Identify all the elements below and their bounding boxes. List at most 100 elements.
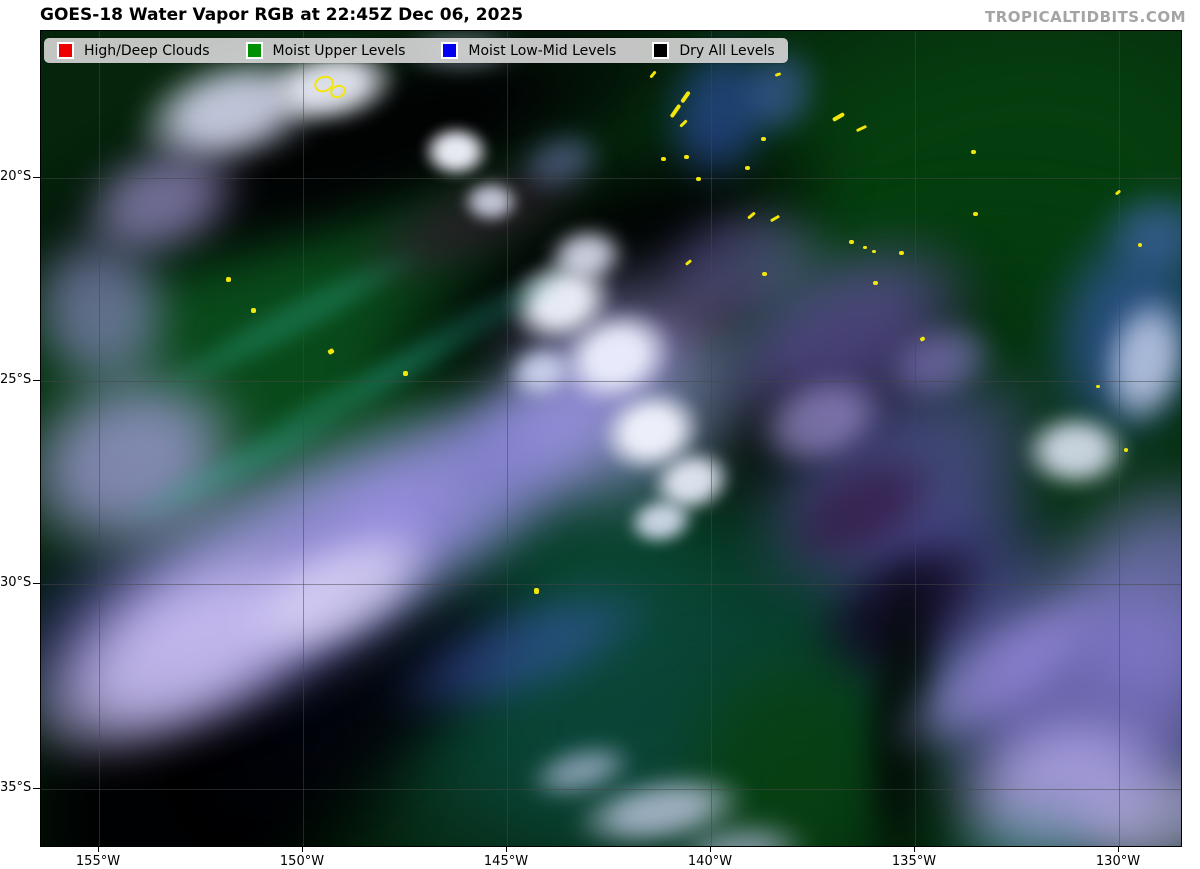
cloud-blob — [921, 801, 1121, 847]
lon-tick — [302, 846, 303, 852]
cloud-blob — [1101, 186, 1182, 276]
cloud-blob — [1049, 737, 1182, 847]
lat-tick-label: 30°S — [0, 575, 31, 590]
yellow-contour-mark — [762, 272, 767, 276]
cloud-blob — [641, 211, 1182, 711]
cloud-blob — [642, 439, 741, 524]
longitude-gridline — [711, 31, 712, 846]
yellow-contour-mark — [973, 212, 978, 216]
cloud-blob — [105, 402, 357, 541]
cloud-blob — [871, 303, 1011, 419]
latitude-gridline — [41, 381, 1181, 382]
yellow-contour-mark — [661, 157, 666, 161]
satellite-map-image: High/Deep CloudsMoist Upper LevelsMoist … — [40, 30, 1182, 847]
yellow-contour-mark — [327, 347, 335, 354]
yellow-contour-mark — [403, 371, 408, 376]
yellow-contour-mark — [226, 277, 231, 282]
cloud-blob — [566, 761, 755, 847]
legend-swatch — [246, 42, 263, 59]
legend-item: Moist Low-Mid Levels — [441, 42, 616, 59]
cloud-blob — [282, 453, 1041, 847]
cloud-blob — [758, 423, 964, 600]
yellow-contour-mark — [1096, 385, 1100, 388]
yellow-contour-mark — [680, 91, 691, 104]
cloud-blob — [780, 434, 1122, 747]
legend-swatch — [652, 42, 669, 59]
cloud-blob — [40, 30, 719, 725]
yellow-contour-mark — [1115, 189, 1122, 195]
longitude-gridline — [507, 31, 508, 846]
cloud-blob — [521, 733, 640, 810]
yellow-contour-mark — [251, 308, 256, 313]
cloud-blob — [40, 319, 621, 823]
cloud-blob — [59, 447, 503, 796]
yellow-contour-mark — [872, 250, 876, 253]
yellow-contour-mark — [855, 124, 866, 131]
yellow-contour-mark — [971, 150, 976, 154]
cloud-blob — [40, 493, 257, 770]
cloud-blob — [147, 497, 594, 847]
cloud-blob — [622, 490, 700, 551]
cloud-blob — [479, 30, 1182, 617]
cloud-blob — [1021, 411, 1131, 491]
yellow-contour-mark — [679, 119, 687, 127]
cloud-blob — [275, 325, 847, 778]
legend: High/Deep CloudsMoist Upper LevelsMoist … — [44, 38, 788, 63]
cloud-blob — [330, 244, 592, 419]
legend-swatch — [441, 42, 458, 59]
cloud-blob — [227, 301, 714, 661]
yellow-contour-mark — [849, 240, 854, 244]
longitude-gridline — [1119, 31, 1120, 846]
latitude-gridline — [41, 584, 1181, 585]
cloud-blob — [363, 553, 679, 750]
yellow-contour-mark — [649, 70, 656, 78]
cloud-blob — [921, 675, 1182, 847]
cloud-blob — [40, 323, 287, 600]
cloud-blob — [500, 335, 582, 406]
yellow-contour-mark — [899, 251, 904, 255]
lat-tick-label: 20°S — [0, 169, 31, 184]
lat-tick-label: 25°S — [0, 372, 31, 387]
cloud-blob — [774, 495, 1029, 728]
cloud-blob — [497, 246, 625, 357]
lat-tick — [33, 177, 40, 178]
yellow-contour-mark — [1124, 448, 1128, 452]
cloud-blob — [629, 177, 853, 345]
cloud-blob — [1012, 432, 1182, 750]
cloud-blob — [508, 117, 613, 204]
cloud-blob — [874, 511, 1182, 847]
cloud-blob — [543, 291, 688, 421]
yellow-contour-mark — [1138, 243, 1142, 247]
cloud-blob — [56, 114, 266, 288]
lat-tick — [33, 583, 40, 584]
yellow-contour-mark — [745, 166, 750, 170]
cloud-blob — [669, 815, 814, 847]
yellow-contour-mark — [696, 177, 701, 181]
cloud-blob — [302, 46, 901, 496]
lon-tick — [98, 846, 99, 852]
cloud-blob — [40, 30, 733, 364]
yellow-contour-mark — [770, 214, 780, 222]
legend-swatch — [57, 42, 74, 59]
lon-tick — [710, 846, 711, 852]
yellow-contour-mark — [919, 336, 925, 342]
yellow-contour-mark — [761, 137, 766, 141]
legend-item: High/Deep Clouds — [57, 42, 210, 59]
latitude-gridline — [41, 789, 1181, 790]
cloud-blob — [592, 189, 1051, 594]
yellow-contour-mark — [831, 112, 844, 122]
lat-tick — [33, 380, 40, 381]
cloud-blob — [648, 610, 935, 847]
cloud-blob — [40, 487, 399, 816]
latitude-gridline — [41, 178, 1181, 179]
lat-tick — [33, 788, 40, 789]
site-watermark: TROPICALTIDBITS.COM — [985, 8, 1186, 26]
yellow-contour-mark — [747, 211, 756, 219]
longitude-gridline — [915, 31, 916, 846]
cloud-blob — [139, 226, 442, 415]
yellow-contour-mark — [684, 259, 691, 266]
cloud-blob — [589, 376, 712, 485]
cloud-blob — [40, 203, 202, 418]
longitude-gridline — [303, 31, 304, 846]
cloud-blob — [432, 208, 810, 574]
